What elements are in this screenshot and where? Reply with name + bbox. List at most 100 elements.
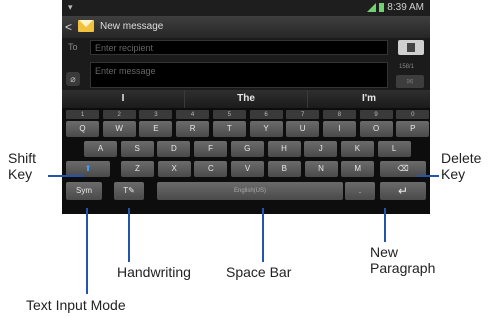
callout-newpara-line1: New: [370, 244, 399, 260]
delete-callout-line: [417, 175, 439, 177]
key-label: X: [171, 164, 177, 173]
shift-key-callout: Shift Key: [8, 150, 36, 182]
key-m[interactable]: M: [341, 161, 375, 177]
key-label: I: [338, 124, 341, 133]
handwriting-key[interactable]: T✎: [114, 182, 144, 200]
key-label: M: [354, 164, 362, 173]
phone-screen: ▾ 8:39 AM < New message To Enter recipie…: [62, 0, 430, 214]
delete-key-callout: Delete Key: [441, 150, 481, 182]
suggestion-1[interactable]: I: [62, 90, 185, 108]
number-hint: 7: [286, 110, 320, 119]
key-i[interactable]: I: [322, 121, 356, 137]
key-r[interactable]: R: [176, 121, 210, 137]
number-hint: 8: [322, 110, 356, 119]
callout-shift-line2: Key: [8, 166, 33, 182]
key-v[interactable]: V: [231, 161, 265, 177]
period-key[interactable]: .: [345, 182, 375, 200]
signal-icon: [367, 3, 377, 12]
attach-icon[interactable]: ⌀: [66, 72, 80, 86]
key-label: S: [134, 144, 140, 153]
key-label: T: [226, 124, 232, 133]
key-label: .: [358, 186, 362, 195]
number-hint-label: 7: [301, 112, 305, 118]
callout-newpara-line2: Paragraph: [370, 260, 436, 276]
callout-delete-line2: Key: [441, 166, 466, 182]
number-hint: 2: [102, 110, 136, 119]
shift-arrow-icon: ⬆: [84, 164, 92, 173]
text-input-mode-callout: Text Input Mode: [26, 297, 126, 313]
key-u[interactable]: U: [286, 121, 320, 137]
number-hint: 6: [249, 110, 283, 119]
key-label: Q: [79, 124, 86, 133]
key-label: H: [281, 144, 287, 153]
number-hint-label: 1: [80, 112, 85, 118]
key-y[interactable]: Y: [249, 121, 283, 137]
key-label: Y: [263, 124, 269, 133]
message-input[interactable]: Enter message: [90, 62, 388, 88]
key-label: U: [299, 124, 306, 133]
backspace-icon: ⌫: [397, 164, 409, 173]
key-h[interactable]: H: [267, 141, 301, 157]
keyboard: 1 Q 2 W 3 E 4 R 5 T 6 Y 7 U 8 I 9 O 0 P A S D F G H J K L ⬆ Z X C V B N M ⌫ Sy…: [62, 108, 430, 214]
key-d[interactable]: D: [157, 141, 191, 157]
key-label: Sym: [76, 186, 92, 195]
send-button[interactable]: ✉: [396, 75, 424, 88]
suggestion-3[interactable]: I'm: [308, 90, 430, 108]
key-label: K: [354, 144, 361, 153]
key-g[interactable]: G: [230, 141, 264, 157]
suggestion-bar: I The I'm: [62, 90, 430, 108]
enter-icon: ↵: [397, 184, 409, 198]
key-p[interactable]: P: [396, 121, 430, 137]
key-e[interactable]: E: [139, 121, 173, 137]
number-hint: 5: [212, 110, 246, 119]
key-label: P: [410, 124, 416, 133]
recipient-row: To Enter recipient: [62, 38, 430, 58]
key-l[interactable]: L: [377, 141, 411, 157]
key-label: R: [189, 124, 196, 133]
key-label: V: [244, 164, 251, 173]
handwriting-icon: T✎: [123, 186, 135, 195]
sym-key[interactable]: Sym: [66, 182, 102, 200]
number-hint-label: 8: [337, 112, 342, 118]
notification-icon: ▾: [68, 2, 73, 12]
space-bar[interactable]: English(US): [157, 182, 343, 200]
number-hint: 9: [359, 110, 393, 119]
suggestion-2[interactable]: The: [185, 90, 308, 108]
key-label: G: [244, 144, 251, 153]
key-o[interactable]: O: [359, 121, 393, 137]
newpara-callout-line: [384, 208, 386, 242]
number-hint: 1: [66, 110, 99, 119]
chevron-left-icon[interactable]: <: [65, 20, 72, 34]
key-w[interactable]: W: [102, 121, 136, 137]
key-n[interactable]: N: [304, 161, 338, 177]
shift-callout-line: [48, 175, 84, 177]
key-label: J: [318, 144, 323, 153]
key-j[interactable]: J: [304, 141, 338, 157]
key-z[interactable]: Z: [121, 161, 154, 177]
number-hint-label: 2: [117, 112, 121, 118]
key-s[interactable]: S: [120, 141, 154, 157]
number-hint-label: 6: [264, 112, 268, 118]
key-f[interactable]: F: [194, 141, 228, 157]
space-bar-callout: Space Bar: [226, 264, 292, 280]
recipient-input[interactable]: Enter recipient: [90, 40, 388, 55]
inputmode-callout-line: [86, 208, 88, 294]
battery-icon: [379, 3, 385, 12]
spacebar-callout-line: [262, 208, 264, 262]
number-hint: 3: [139, 110, 173, 119]
key-c[interactable]: C: [194, 161, 228, 177]
key-label: D: [171, 144, 177, 153]
contact-icon: [407, 43, 415, 52]
key-b[interactable]: B: [267, 161, 301, 177]
number-hint-label: 3: [154, 112, 158, 118]
key-q[interactable]: Q: [66, 121, 99, 137]
enter-key[interactable]: ↵: [380, 182, 426, 200]
key-label: C: [208, 164, 214, 173]
key-a[interactable]: A: [84, 141, 117, 157]
key-k[interactable]: K: [340, 141, 374, 157]
key-t[interactable]: T: [212, 121, 246, 137]
key-x[interactable]: X: [157, 161, 191, 177]
add-contact-button[interactable]: [398, 40, 424, 55]
number-hint: 4: [176, 110, 210, 119]
message-row: ⌀ Enter message 158/1 ✉: [62, 58, 430, 90]
